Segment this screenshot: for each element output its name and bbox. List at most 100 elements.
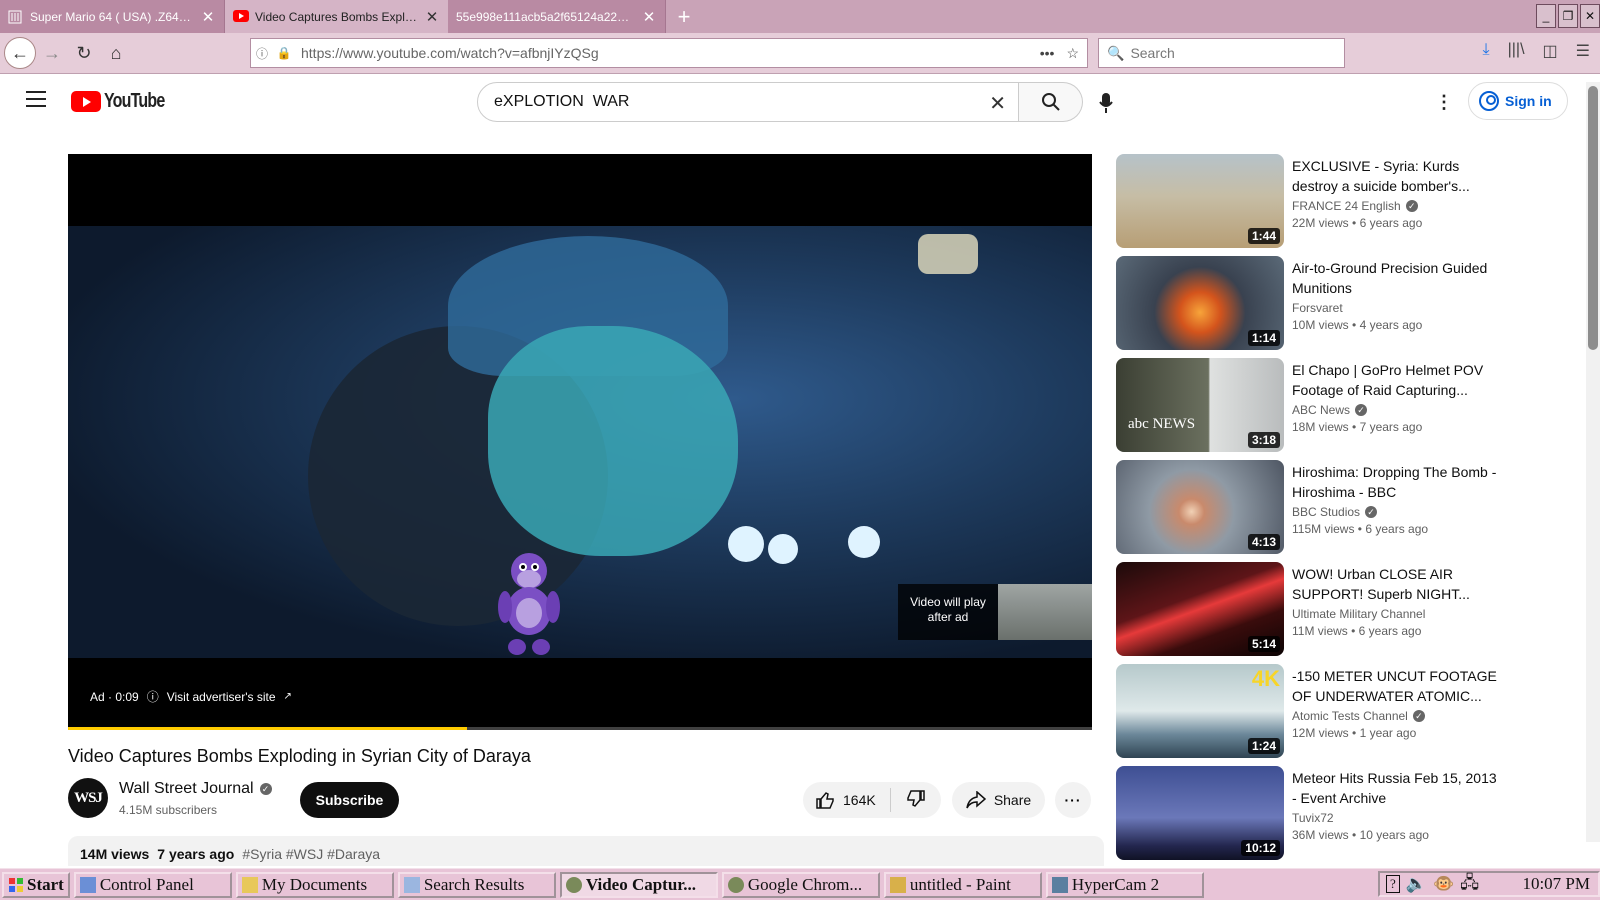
recommendation-item[interactable]: 4K 1:24 -150 METER UNCUT FOOTAGE OF UNDE… <box>1116 664 1497 766</box>
bonzi-tray-icon[interactable]: 🐵 <box>1433 874 1454 894</box>
sidebar-icon[interactable]: ◫ <box>1543 41 1558 61</box>
ad-video-preview[interactable]: Video will play after ad <box>898 584 1092 640</box>
forward-arrow-icon[interactable]: → <box>36 37 68 69</box>
recommendation-item[interactable]: abc NEWS 3:18 El Chapo | GoPro Helmet PO… <box>1116 358 1496 460</box>
channel-name[interactable]: Wall Street Journal <box>119 780 254 798</box>
video-thumbnail[interactable]: 4K 1:24 <box>1116 664 1284 758</box>
bookmark-star-icon[interactable]: ☆ <box>1066 45 1079 62</box>
close-tab-icon[interactable]: ✕ <box>200 8 216 26</box>
taskbar-video-captures[interactable]: Video Captur... <box>559 871 718 898</box>
ad-progress-fill <box>68 727 468 730</box>
clock: 10:07 PM <box>1522 874 1590 893</box>
recommendation-channel[interactable]: Forsvaret <box>1292 301 1343 315</box>
home-icon[interactable]: ⌂ <box>100 37 132 69</box>
volume-icon[interactable]: 🔈 <box>1406 874 1427 894</box>
recommendation-title[interactable]: EXCLUSIVE - Syria: Kurds destroy a suici… <box>1292 156 1497 196</box>
more-actions-icon[interactable]: ··· <box>1055 782 1091 818</box>
taskbar-label: Control Panel <box>99 874 194 894</box>
video-thumbnail[interactable]: 4:13 <box>1116 460 1284 554</box>
recommendation-views: 12M views <box>1292 726 1349 740</box>
recommendation-title[interactable]: Air-to-Ground Precision Guided Munitions <box>1292 258 1497 298</box>
youtube-search-input[interactable]: eXPLOTION WAR ✕ <box>477 82 1019 122</box>
recommendation-channel[interactable]: FRANCE 24 English <box>1292 199 1401 213</box>
taskbar-my-documents[interactable]: My Documents <box>235 871 394 898</box>
recommendation-channel[interactable]: Ultimate Military Channel <box>1292 607 1425 621</box>
network-icon[interactable]: 🖧 <box>1460 870 1479 899</box>
close-tab-icon[interactable]: ✕ <box>641 8 657 26</box>
thumbs-up-icon <box>816 792 834 809</box>
tab-super-mario[interactable]: Super Mario 64 ( USA) .Z64 & .N6 ✕ <box>0 0 225 33</box>
tab-video-captures[interactable]: Video Captures Bombs Exploding in ✕ <box>225 0 448 33</box>
restore-icon[interactable]: ❐ <box>1558 4 1578 28</box>
clear-search-icon[interactable]: ✕ <box>989 91 1006 116</box>
subscribe-button[interactable]: Subscribe <box>300 782 399 818</box>
recommendation-title[interactable]: Meteor Hits Russia Feb 15, 2013 - Event … <box>1292 768 1497 808</box>
recommendation-channel[interactable]: ABC News <box>1292 403 1350 417</box>
advertiser-link[interactable]: Visit advertiser's site <box>167 690 276 704</box>
url-bar[interactable]: ⓘ 🔒 https://www.youtube.com/watch?v=afbn… <box>250 38 1088 68</box>
like-button[interactable]: 164K <box>803 788 891 812</box>
back-arrow-icon[interactable]: ← <box>4 37 36 69</box>
taskbar-google-chrome[interactable]: Google Chrom... <box>721 871 880 898</box>
subscriber-count: 4.15M subscribers <box>119 803 218 817</box>
dislike-button[interactable] <box>891 789 941 812</box>
minimize-icon[interactable]: _ <box>1536 4 1556 28</box>
recommendation-item[interactable]: 1:44 EXCLUSIVE - Syria: Kurds destroy a … <box>1116 154 1496 256</box>
video-thumbnail[interactable]: 1:14 <box>1116 256 1284 350</box>
page-scrollbar[interactable] <box>1586 82 1600 842</box>
channel-avatar[interactable]: WSJ <box>68 778 108 818</box>
help-icon[interactable]: ? <box>1386 875 1400 893</box>
upload-age: 7 years ago <box>157 846 235 862</box>
video-player[interactable]: Video will play after ad Ad · 0:09 ⓘ Vis… <box>68 154 1092 730</box>
recommendation-item[interactable]: 5:14 WOW! Urban CLOSE AIR SUPPORT! Super… <box>1116 562 1496 664</box>
browser-search-bar[interactable]: 🔍 Search <box>1098 38 1345 68</box>
description-box[interactable]: 14M views 7 years ago #Syria #WSJ #Daray… <box>68 836 1104 866</box>
recommendation-channel[interactable]: BBC Studios <box>1292 505 1360 519</box>
video-thumbnail[interactable]: 5:14 <box>1116 562 1284 656</box>
recommendation-item[interactable]: 4:13 Hiroshima: Dropping The Bomb - Hiro… <box>1116 460 1496 562</box>
share-button[interactable]: Share <box>952 782 1045 818</box>
info-icon[interactable]: ⓘ <box>147 688 159 705</box>
recommendation-channel[interactable]: Atomic Tests Channel <box>1292 709 1408 723</box>
library-icon[interactable]: |||\ <box>1508 41 1525 61</box>
close-tab-icon[interactable]: ✕ <box>424 8 440 26</box>
new-tab-icon[interactable]: + <box>666 0 702 33</box>
windows-logo-icon <box>9 877 23 892</box>
microphone-icon[interactable] <box>1098 92 1114 113</box>
taskbar-control-panel[interactable]: Control Panel <box>73 871 232 898</box>
video-thumbnail[interactable]: 10:12 <box>1116 766 1284 860</box>
recommendation-title[interactable]: WOW! Urban CLOSE AIR SUPPORT! Superb NIG… <box>1292 564 1497 604</box>
youtube-logo[interactable]: YouTube <box>71 90 180 113</box>
recommendation-title[interactable]: -150 METER UNCUT FOOTAGE OF UNDERWATER A… <box>1292 666 1497 706</box>
close-window-icon[interactable]: ✕ <box>1580 4 1600 28</box>
download-icon[interactable]: ⤓ <box>1483 41 1490 61</box>
recommendation-title[interactable]: Hiroshima: Dropping The Bomb - Hiroshima… <box>1292 462 1497 502</box>
hamburger-menu-icon[interactable] <box>26 91 46 112</box>
search-button[interactable] <box>1019 82 1083 122</box>
scrollbar-thumb[interactable] <box>1588 86 1598 350</box>
video-thumbnail[interactable]: 1:44 <box>1116 154 1284 248</box>
reload-icon[interactable]: ↻ <box>68 37 100 69</box>
tab-image-hash[interactable]: 55e998e111acb5a2f65124a225f15b4 ✕ <box>448 0 666 33</box>
page-actions-icon[interactable]: ••• <box>1040 45 1055 62</box>
menu-icon[interactable]: ☰ <box>1576 41 1590 61</box>
taskbar-search-results[interactable]: Search Results <box>397 871 556 898</box>
video-thumbnail[interactable]: abc NEWS 3:18 <box>1116 358 1284 452</box>
settings-kebab-icon[interactable]: ⋮ <box>1435 92 1453 113</box>
ad-progress-bar[interactable] <box>68 727 1092 730</box>
sign-in-button[interactable]: Sign in <box>1468 82 1568 120</box>
share-label: Share <box>993 792 1032 808</box>
recommendation-title[interactable]: El Chapo | GoPro Helmet POV Footage of R… <box>1292 360 1497 400</box>
info-icon[interactable]: ⓘ <box>251 45 273 62</box>
hashtags[interactable]: #Syria #WSJ #Daraya <box>242 846 380 866</box>
url-text[interactable]: https://www.youtube.com/watch?v=afbnjIYz… <box>301 45 1040 61</box>
taskbar-paint[interactable]: untitled - Paint <box>883 871 1042 898</box>
start-button[interactable]: Start <box>2 871 70 898</box>
recommendation-channel[interactable]: Tuvix72 <box>1292 811 1334 825</box>
bonzi-buddy-gorilla-icon[interactable] <box>493 549 565 657</box>
recommendation-age: 4 years ago <box>1359 318 1423 332</box>
recommendation-item[interactable]: 10:12 Meteor Hits Russia Feb 15, 2013 - … <box>1116 766 1497 868</box>
browser-icon <box>727 876 744 893</box>
taskbar-hypercam[interactable]: HyperCam 2 <box>1045 871 1204 898</box>
recommendation-item[interactable]: 1:14 Air-to-Ground Precision Guided Muni… <box>1116 256 1496 358</box>
